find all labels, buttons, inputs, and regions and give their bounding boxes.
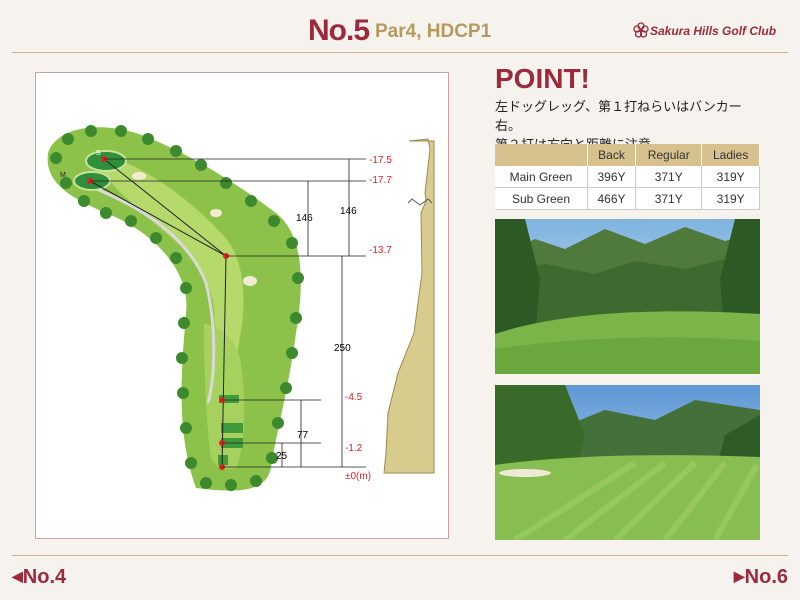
distance-label: 146 [296,213,313,224]
elevation-profile [383,138,435,474]
table-header: Regular [635,144,703,166]
bunker [210,209,222,217]
table-cell: 466Y [587,187,637,210]
table-cell: Main Green [495,166,588,188]
header: No.5 Par4, HDCP1 Sakura Hills Golf Club [0,0,800,52]
green-label: S [96,150,101,157]
triangle-left-icon: ◀ [12,568,23,584]
table-header: Back [587,144,637,166]
elevation-label: -13.7 [369,245,392,256]
table-row: Main Green 396Y 371Y 319Y [495,166,760,188]
hole-map: 146 146 250 77 25 -17.5 -17.7 -13.7 -4.5… [35,72,449,539]
footer-divider [12,555,788,556]
table-header-row: Back Regular Ladies [495,144,760,166]
distance-label: 77 [297,430,309,441]
elevation-label: ±0(m) [345,471,371,482]
point-line: 左ドッグレッグ、第１打ねらいはバンカー右。 [495,100,742,134]
course-photo-green [495,385,760,540]
distance-label: 25 [276,451,288,462]
elevation-label: -4.5 [345,392,363,403]
point-title: POINT! [495,63,590,94]
hole-layout-diagram: 146 146 250 77 25 -17.5 -17.7 -13.7 -4.5… [47,125,435,491]
table-row: Sub Green 466Y 371Y 319Y [495,187,760,210]
yardage-table: Back Regular Ladies Main Green 396Y 371Y… [495,144,760,210]
distance-label: 146 [340,206,357,217]
bunker [132,172,146,180]
table-header [495,144,588,166]
header-divider [12,52,788,53]
tee-box [221,423,243,433]
course-photo-tee [495,219,760,374]
prev-hole-label: No.4 [22,566,67,588]
table-cell: Sub Green [495,187,588,210]
table-header: Ladies [701,144,760,166]
table-cell: 371Y [635,187,703,210]
triangle-right-icon: ▶ [733,568,745,584]
next-hole-label: No.6 [744,566,788,588]
elevation-label: -1.2 [345,443,363,454]
elevation-label: -17.7 [369,175,392,186]
par-hdcp: Par4, HDCP1 [375,21,492,42]
distance-label: 250 [334,343,351,354]
elevation-label: -17.5 [369,155,392,166]
hole-number: No.5 [308,14,370,47]
table-cell: 371Y [635,166,703,188]
table-cell: 396Y [587,166,637,188]
sakura-logo-icon [633,22,649,38]
tee-box [218,455,228,465]
table-cell: 319Y [701,187,760,210]
club-name: Sakura Hills Golf Club [650,24,777,38]
prev-hole-link[interactable]: ◀No.4 [12,566,66,589]
table-cell: 319Y [701,166,760,188]
green-label: M [60,172,66,179]
bunker [243,276,257,286]
next-hole-link[interactable]: ▶No.6 [734,566,788,589]
